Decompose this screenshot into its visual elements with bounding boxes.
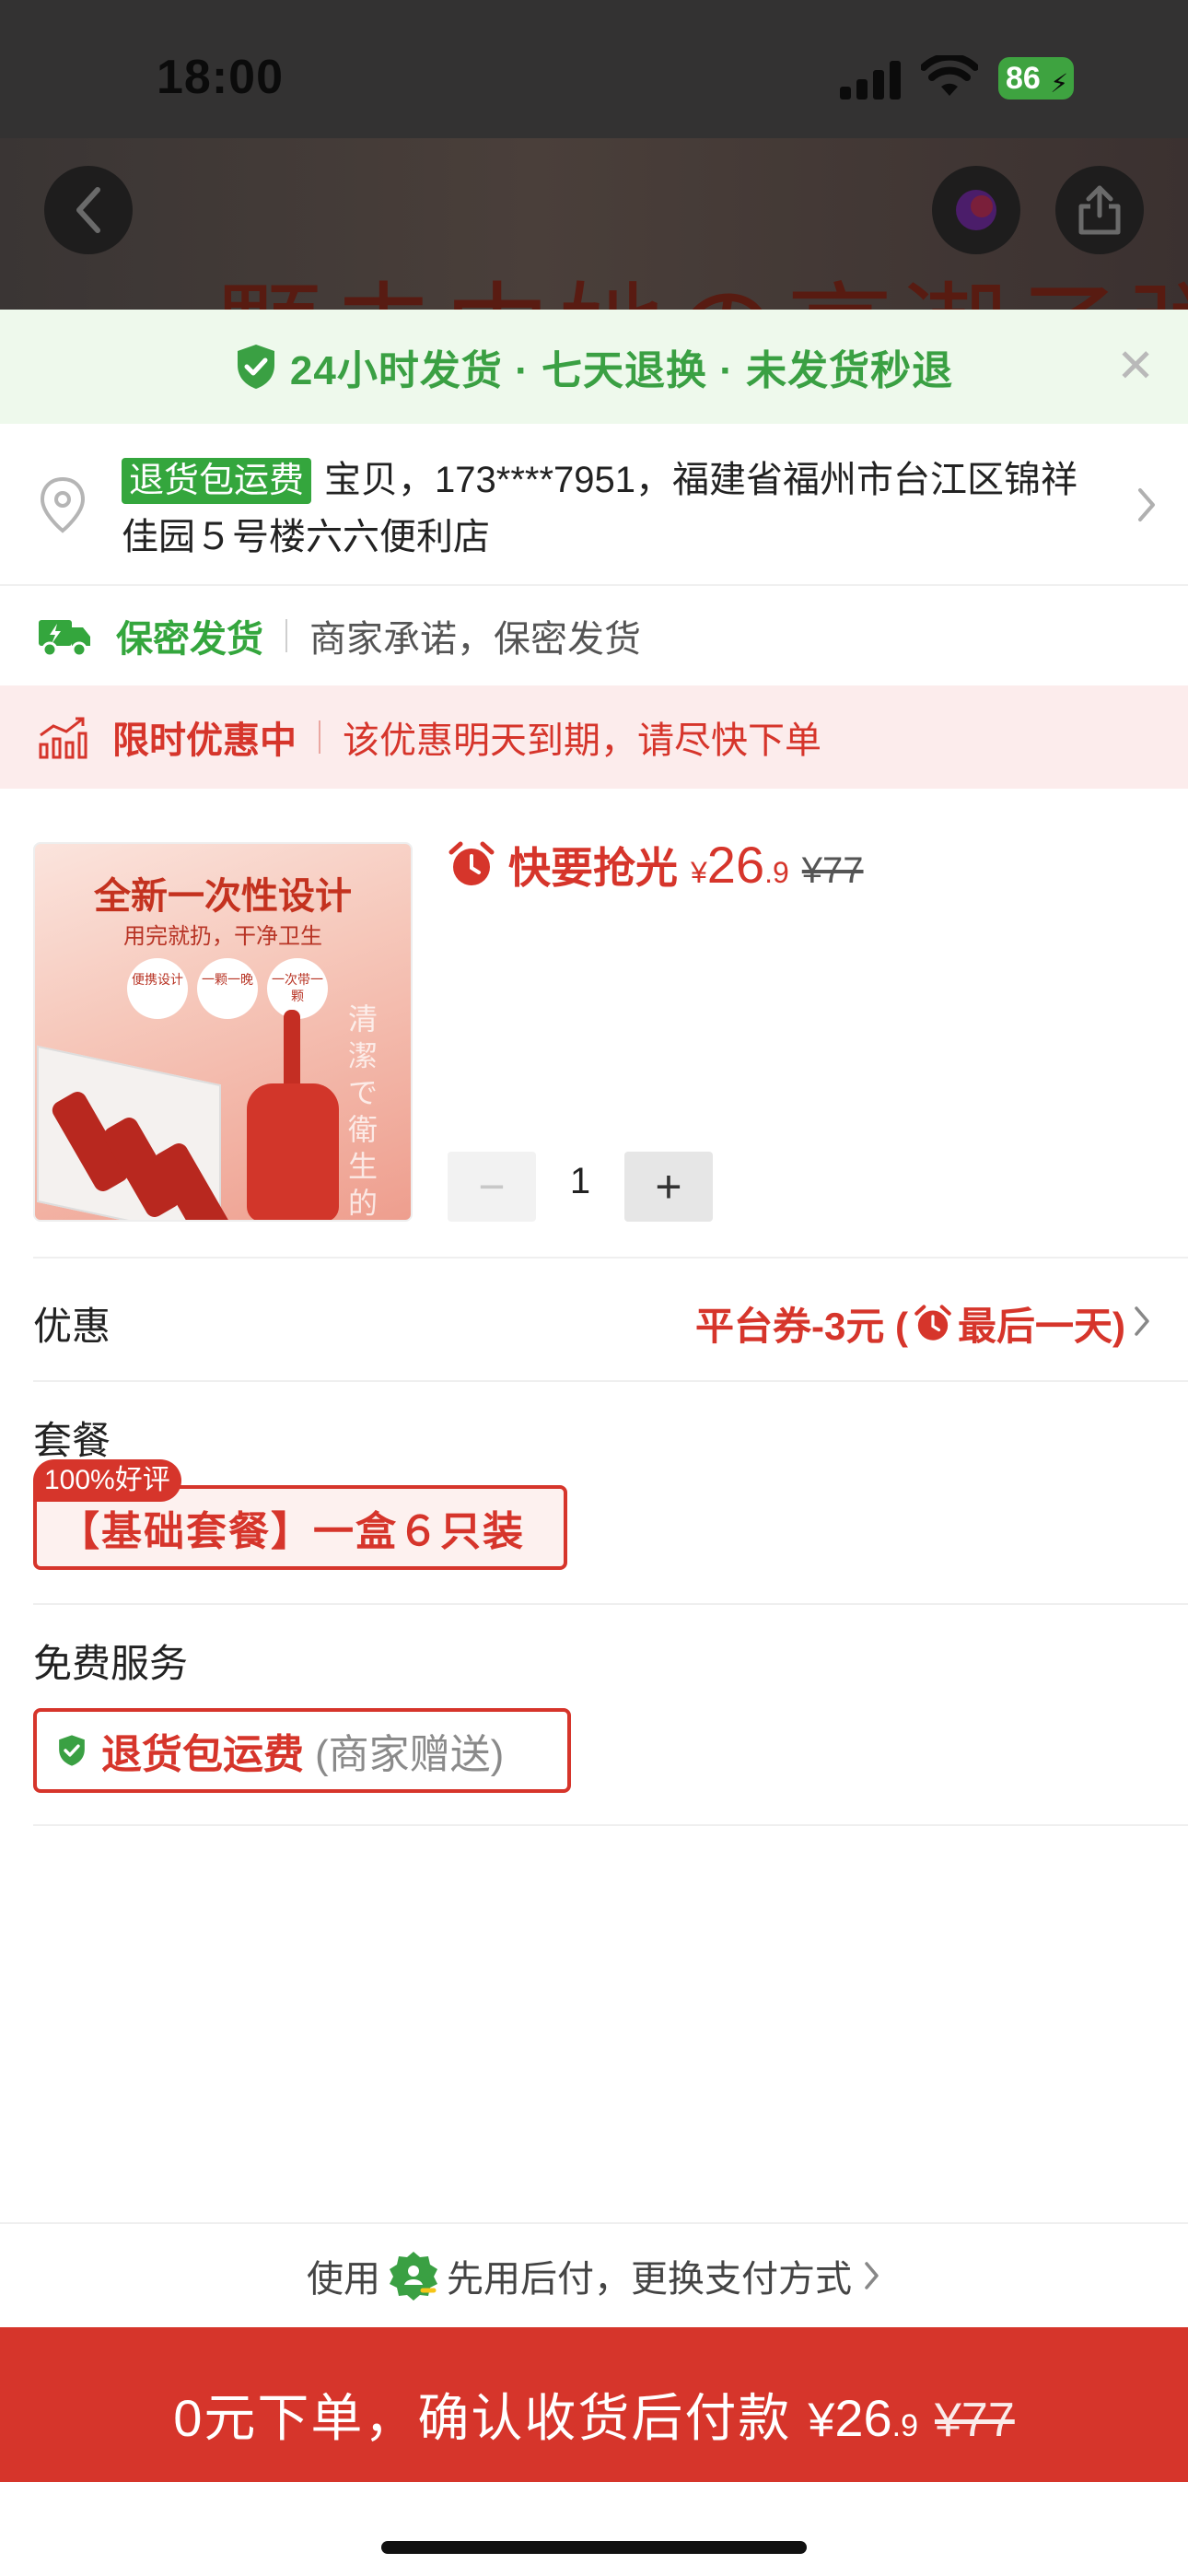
feature-badge: 一颗一晚 — [197, 958, 258, 1019]
alarm-clock-icon — [448, 841, 495, 885]
pay-later-text: 先用后付，更换支付方式 — [447, 2259, 852, 2300]
cta-price-decimal: .9 — [891, 2408, 918, 2443]
discount-row[interactable]: 平台券-3元 ( 最后一天) — [695, 1295, 1125, 1352]
pay-later-prefix: 使用 — [307, 2259, 380, 2300]
quantity-value: 1 — [569, 1161, 591, 1201]
address-text: 退货包运费 宝贝，173****7951，福建省福州市台江区锦祥佳园５号楼六六便利… — [122, 451, 1079, 566]
banner-text: 一颗击中她の高潮子弹 — [101, 247, 1188, 310]
address-row[interactable]: 退货包运费 宝贝，173****7951，福建省福州市台江区锦祥佳园５号楼六六便利… — [0, 424, 1188, 586]
discount-deadline: 最后一天) — [958, 1305, 1125, 1348]
price-integer: 26 — [706, 836, 765, 894]
charging-icon: ⚡ — [1050, 69, 1068, 98]
avatar-icon — [956, 190, 996, 230]
free-service-note: (商家赠送) — [315, 1732, 505, 1777]
divider — [33, 1824, 1188, 1826]
product-image-title: 全新一次性设计 — [94, 874, 352, 918]
limited-offer-row: 限时优惠中 该优惠明天到期，请尽快下单 — [0, 685, 1188, 789]
package-option-text: 【基础套餐】一盒６只装 — [59, 1509, 525, 1554]
hot-label: 快要抢光 — [508, 844, 678, 892]
price-decimal: .9 — [764, 856, 789, 889]
product-image-subtitle: 用完就扔，干净卫生 — [123, 924, 322, 949]
shield-check-icon — [59, 1735, 85, 1766]
cta-price-symbol: ¥ — [808, 2394, 835, 2447]
product-bottle — [247, 1083, 339, 1220]
product-bottle-neck — [284, 1010, 300, 1093]
guarantee-text: 24小时发货 · 七天退换 · 未发货秒退 — [289, 348, 954, 393]
place-order-button[interactable]: 0元下单，确认收货后付款 ¥ 26 .9 ¥77 — [0, 2327, 1188, 2482]
close-icon[interactable]: ✕ — [1116, 343, 1155, 389]
chevron-right-icon — [865, 2262, 879, 2289]
wifi-icon — [921, 55, 978, 96]
guarantee-bar: 24小时发货 · 七天退换 · 未发货秒退 ✕ — [0, 310, 1188, 424]
free-service-option[interactable]: 退货包运费 (商家赠送) — [33, 1708, 571, 1793]
divider — [33, 1380, 1188, 1382]
feature-badge: 一次带一颗 — [267, 958, 328, 1019]
background-overlay[interactable]: 一颗击中她の高潮子弹 18:00 86 ⚡ — [0, 0, 1188, 310]
share-channel-button[interactable] — [932, 166, 1020, 254]
product-image-vertical-text: 清潔で衛生的 — [348, 1001, 379, 1221]
alarm-clock-icon — [914, 1304, 951, 1341]
divider — [285, 619, 287, 652]
quantity-decrease-button[interactable]: − — [448, 1152, 536, 1222]
shield-check-icon — [237, 345, 274, 389]
divider — [33, 1603, 1188, 1605]
cta-price-integer: 26 — [834, 2389, 892, 2447]
chevron-right-icon — [1135, 1306, 1149, 1336]
quantity-increase-button[interactable]: + — [624, 1152, 713, 1222]
chevron-right-icon — [1138, 488, 1155, 521]
home-indicator[interactable] — [381, 2541, 807, 2554]
package-label: 套餐 — [33, 1419, 111, 1462]
divider — [33, 1257, 1188, 1259]
signal-icon — [840, 61, 904, 100]
chevron-left-icon — [76, 187, 100, 233]
cta-original-price: ¥77 — [934, 2394, 1015, 2447]
location-pin-icon — [40, 476, 86, 533]
share-icon — [1078, 185, 1121, 235]
back-button[interactable] — [44, 166, 133, 254]
limited-offer-label: 限时优惠中 — [112, 720, 297, 761]
return-shipping-tag: 退货包运费 — [122, 458, 312, 504]
divider — [319, 720, 320, 754]
original-price: ¥77 — [801, 850, 864, 891]
price-line: 快要抢光 ¥ 26 .9 ¥77 — [448, 835, 864, 896]
discount-label: 优惠 — [33, 1305, 111, 1348]
truck-icon — [39, 620, 90, 658]
product-image[interactable]: 全新一次性设计 用完就扔，干净卫生 便携设计 一颗一晚 一次带一颗 清潔で衛生的 — [33, 842, 413, 1222]
feature-badge: 便携设计 — [127, 958, 188, 1019]
trend-chart-icon — [39, 717, 87, 759]
discount-coupon: 平台券-3元 ( — [694, 1305, 908, 1348]
share-button[interactable] — [1055, 166, 1144, 254]
free-service-text: 退货包运费 — [101, 1732, 304, 1777]
battery-indicator: 86 ⚡ — [998, 57, 1074, 100]
rating-badge: 100%好评 — [33, 1459, 181, 1502]
secret-shipping-label: 保密发货 — [116, 619, 263, 660]
limited-offer-desc: 该优惠明天到期，请尽快下单 — [343, 720, 821, 761]
secret-shipping-desc: 商家承诺，保密发货 — [309, 619, 641, 660]
place-order-label: 0元下单，确认收货后付款 — [173, 2389, 792, 2447]
battery-level: 86 — [1006, 61, 1041, 96]
price-symbol: ¥ — [691, 856, 707, 889]
free-service-label: 免费服务 — [33, 1642, 189, 1685]
status-time: 18:00 — [157, 51, 284, 104]
pay-later-icon — [390, 2252, 437, 2301]
pay-later-row[interactable]: 使用 先用后付，更换支付方式 — [0, 2222, 1188, 2327]
secret-shipping-row: 保密发货 商家承诺，保密发货 — [0, 588, 1188, 684]
